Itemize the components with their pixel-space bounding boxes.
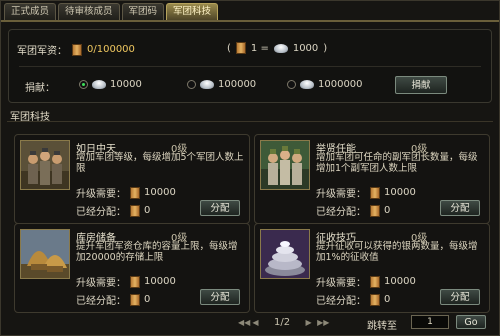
next-page-icon[interactable]: ▶ xyxy=(304,318,313,327)
coin-icon xyxy=(72,43,82,56)
requirement-label: 升级需要： xyxy=(76,278,126,289)
coin-icon xyxy=(130,293,140,306)
coin-icon xyxy=(130,275,140,288)
tab-bar: 正式成员 待审核成员 军团码 军团科技 xyxy=(4,3,219,20)
tab-pending-members[interactable]: 待审核成员 xyxy=(58,3,120,20)
donate-option-value: 1000000 xyxy=(318,79,363,90)
requirement-label: 升级需要： xyxy=(316,278,366,289)
donate-label: 捐献： xyxy=(25,83,55,94)
coin-icon xyxy=(370,204,380,217)
donate-option-value: 100000 xyxy=(218,79,257,90)
assign-button[interactable]: 分配 xyxy=(440,289,480,305)
soldiers-icon xyxy=(20,140,70,190)
coin-icon xyxy=(130,186,140,199)
tech-description: 提升征收可以获得的银两数量，每级增加1%的征收值 xyxy=(316,241,478,263)
funds-label: 军团军资： xyxy=(17,46,67,57)
assigned-amount: 已经分配： 0 xyxy=(316,203,390,218)
legion-window: 正式成员 待审核成员 军团码 军团科技 军团军资： 0/100000 ( 1 =… xyxy=(0,0,500,336)
radio-button[interactable] xyxy=(79,80,88,89)
donate-button[interactable]: 捐献 xyxy=(395,76,447,94)
requirement-value: 10000 xyxy=(384,187,416,198)
tech-description: 增加军团等级，每级增加5个军团人数上限 xyxy=(76,152,244,174)
assigned-label: 已经分配： xyxy=(76,207,126,218)
go-button[interactable]: Go xyxy=(456,315,486,329)
prev-page-icon[interactable]: ◀ xyxy=(251,318,260,327)
assigned-label: 已经分配： xyxy=(76,296,126,307)
donate-option-value: 10000 xyxy=(110,79,142,90)
upgrade-requirement: 升级需要： 10000 xyxy=(76,185,176,200)
page-indicator: 1/2 xyxy=(274,317,291,328)
tech-card: 征收技巧 0级 提升征收可以获得的银两数量，每级增加1%的征收值 升级需要： 1… xyxy=(254,223,490,313)
upgrade-requirement: 升级需要： 10000 xyxy=(316,274,416,289)
coin-icon xyxy=(370,186,380,199)
radio-button[interactable] xyxy=(187,80,196,89)
officers-icon xyxy=(260,140,310,190)
silver-icon xyxy=(92,80,106,89)
bracket-right: ) xyxy=(323,42,328,54)
tab-legion-code[interactable]: 军团码 xyxy=(121,3,165,20)
donate-option-3[interactable]: 1000000 xyxy=(287,79,363,90)
section-divider xyxy=(7,121,493,122)
upgrade-requirement: 升级需要： 10000 xyxy=(76,274,176,289)
assigned-value: 0 xyxy=(384,205,391,216)
exchange-right: 1000 xyxy=(292,42,319,54)
tab-legion-tech[interactable]: 军团科技 xyxy=(166,3,219,20)
last-page-icon[interactable]: ▶▶ xyxy=(317,318,329,327)
upgrade-requirement: 升级需要： 10000 xyxy=(316,185,416,200)
coin-icon xyxy=(235,42,246,54)
exchange-left: 1 = xyxy=(250,42,269,54)
tech-card: 举贤任能 0级 增加军团可任命的副军团长数量，每级增加1个副军团人数上限 升级需… xyxy=(254,134,490,224)
silver-icon xyxy=(273,43,288,53)
assigned-value: 0 xyxy=(144,205,151,216)
tech-description: 提升军团军资仓库的容量上限，每级增加20000的存储上限 xyxy=(76,241,238,263)
divider xyxy=(19,66,481,67)
requirement-value: 10000 xyxy=(144,187,176,198)
assigned-amount: 已经分配： 0 xyxy=(76,203,150,218)
assigned-amount: 已经分配： 0 xyxy=(76,292,150,307)
coin-icon xyxy=(370,293,380,306)
tech-description: 增加军团可任命的副军团长数量，每级增加1个副军团人数上限 xyxy=(316,152,478,174)
assign-button[interactable]: 分配 xyxy=(200,200,240,216)
funds-panel: 军团军资： 0/100000 ( 1 = 1000 ) 捐献： 10000 10… xyxy=(8,29,492,103)
tab-underline xyxy=(1,20,499,22)
funds-value: 0/100000 xyxy=(87,44,135,55)
radio-button[interactable] xyxy=(287,80,296,89)
tech-card: 如日中天 0级 增加军团等级，每级增加5个军团人数上限 升级需要： 10000 … xyxy=(14,134,250,224)
silver-icon xyxy=(200,80,214,89)
requirement-value: 10000 xyxy=(144,276,176,287)
coin-icon xyxy=(130,204,140,217)
requirement-label: 升级需要： xyxy=(316,189,366,200)
jump-label: 跳转至 xyxy=(367,321,397,332)
assigned-value: 0 xyxy=(384,294,391,305)
assigned-amount: 已经分配： 0 xyxy=(316,292,390,307)
pagination: ◀◀ ◀ 1/2 ▶ ▶▶ xyxy=(238,317,329,328)
coin-icon xyxy=(370,275,380,288)
assigned-label: 已经分配： xyxy=(316,207,366,218)
first-page-icon[interactable]: ◀◀ xyxy=(238,318,250,327)
silver-pile-icon xyxy=(260,229,310,279)
assigned-value: 0 xyxy=(144,294,151,305)
page-number-input[interactable]: 1 xyxy=(411,315,449,329)
assign-button[interactable]: 分配 xyxy=(440,200,480,216)
funds-row: 军团军资： 0/100000 xyxy=(17,42,135,57)
bracket-left: ( xyxy=(227,42,231,54)
donate-row: 捐献： 10000 100000 1000000 捐献 xyxy=(17,74,483,96)
assigned-label: 已经分配： xyxy=(316,296,366,307)
tech-card: 库房储备 0级 提升军团军资仓库的容量上限，每级增加20000的存储上限 升级需… xyxy=(14,223,250,313)
assign-button[interactable]: 分配 xyxy=(200,289,240,305)
tab-members[interactable]: 正式成员 xyxy=(4,3,57,20)
donate-option-1[interactable]: 10000 xyxy=(79,79,142,90)
granary-icon xyxy=(20,229,70,279)
donate-option-2[interactable]: 100000 xyxy=(187,79,256,90)
requirement-value: 10000 xyxy=(384,276,416,287)
requirement-label: 升级需要： xyxy=(76,189,126,200)
silver-icon xyxy=(300,80,314,89)
exchange-rate: ( 1 = 1000 ) xyxy=(227,42,327,54)
